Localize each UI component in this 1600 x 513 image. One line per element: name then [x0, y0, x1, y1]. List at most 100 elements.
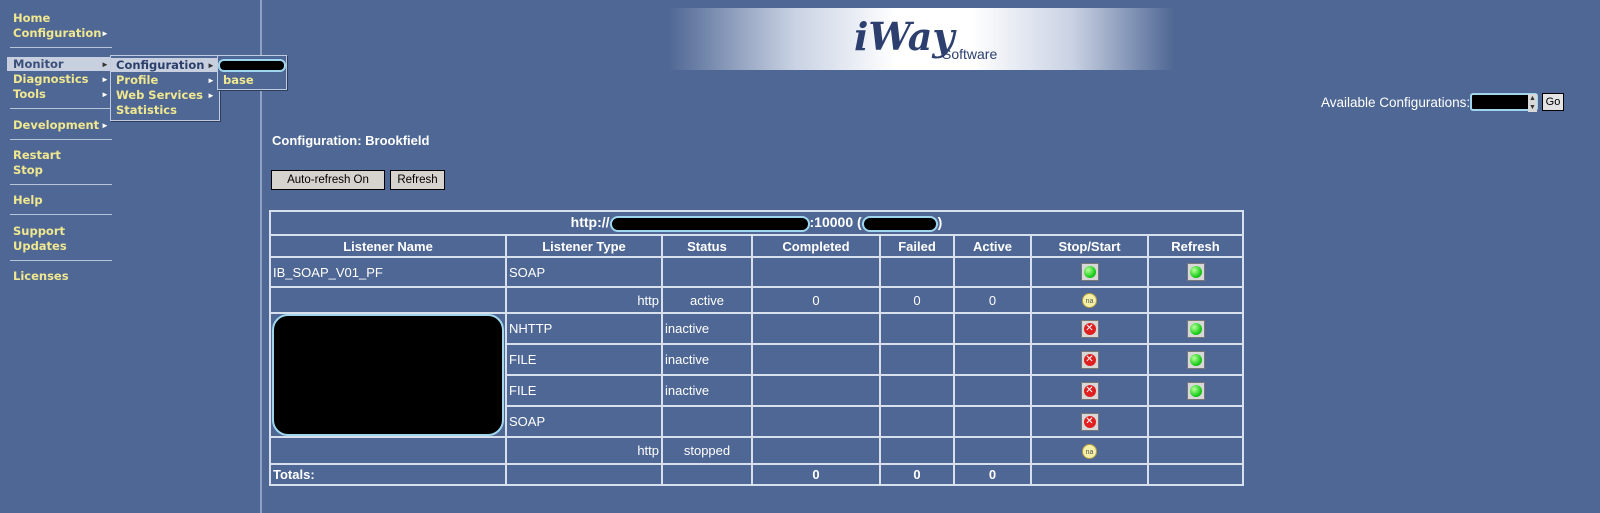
sidebar-item-licenses[interactable]: Licenses	[13, 269, 69, 283]
failed-count	[880, 313, 954, 344]
sidebar-item-support[interactable]: Support	[13, 224, 65, 238]
menu-item-web-services[interactable]: Web Services	[116, 88, 203, 102]
sidebar-item-updates[interactable]: Updates	[13, 239, 67, 253]
sidebar-item-configuration[interactable]: Configuration	[13, 26, 101, 40]
listener-type: FILE	[506, 375, 662, 406]
go-button[interactable]: Go	[1542, 93, 1564, 111]
table-row: http stopped na	[270, 437, 1243, 464]
auto-refresh-button[interactable]: Auto-refresh On	[271, 170, 385, 190]
active-count	[954, 406, 1031, 437]
submenu-arrow-icon: ►	[101, 90, 109, 99]
totals-active: 0	[954, 464, 1031, 485]
submenu-arrow-icon: ►	[207, 61, 215, 70]
completed-count	[752, 375, 880, 406]
failed-count	[880, 437, 954, 464]
table-row: NHTTP inactive ✕	[270, 313, 1243, 437]
header-active: Active	[954, 235, 1031, 257]
menu-item-configuration[interactable]: Configuration	[116, 58, 204, 72]
header-failed: Failed	[880, 235, 954, 257]
sidebar-item-diagnostics[interactable]: Diagnostics	[13, 72, 89, 86]
header-status: Status	[662, 235, 752, 257]
menu-item-statistics[interactable]: Statistics	[116, 103, 177, 117]
completed-count	[752, 437, 880, 464]
divider	[10, 260, 112, 261]
divider	[10, 139, 112, 140]
completed-count	[752, 406, 880, 437]
completed-count	[752, 313, 880, 344]
listener-name-link[interactable]: IB_SOAP_V01_PF	[270, 257, 506, 287]
refresh-listener-button[interactable]	[1186, 381, 1205, 400]
header-refresh: Refresh	[1148, 235, 1243, 257]
sidebar-item-development[interactable]: Development	[13, 118, 99, 132]
refresh-cell	[1148, 406, 1243, 437]
listener-status: inactive	[662, 344, 752, 375]
stop-button[interactable]: ✕	[1080, 412, 1099, 431]
listener-name	[270, 287, 506, 313]
submenu-arrow-icon: ►	[101, 75, 109, 84]
failed-count	[880, 406, 954, 437]
stop-button[interactable]: ✕	[1080, 319, 1099, 338]
active-count: 0	[954, 287, 1031, 313]
logo-text: iWay	[854, 14, 955, 59]
na-icon: na	[1082, 293, 1097, 309]
submenu-arrow-icon: ►	[101, 29, 109, 38]
sidebar-item-restart[interactable]: Restart	[13, 148, 61, 162]
failed-count	[880, 344, 954, 375]
refresh-listener-button[interactable]	[1186, 263, 1205, 281]
redacted-host	[609, 215, 810, 232]
sidebar-item-stop[interactable]: Stop	[13, 163, 43, 177]
na-icon: na	[1082, 443, 1097, 459]
listener-status: stopped	[662, 437, 752, 464]
listener-type: http	[506, 287, 662, 313]
active-count	[954, 375, 1031, 406]
submenu-arrow-icon: ►	[207, 91, 215, 100]
caption-protocol: http://	[570, 214, 610, 231]
listener-status	[662, 257, 752, 287]
totals-empty	[506, 464, 662, 485]
listener-name-cell	[270, 313, 506, 437]
redacted-listener-name[interactable]	[272, 314, 504, 436]
available-configurations-label: Available Configurations:	[1321, 95, 1471, 110]
divider	[10, 214, 112, 215]
listener-status: inactive	[662, 313, 752, 344]
caption-port: :10000 (	[809, 214, 862, 231]
caption-close: )	[937, 214, 943, 231]
sidebar-item-home[interactable]: Home	[13, 11, 50, 25]
iway-logo: iWay	[854, 14, 955, 59]
redacted-ip	[861, 215, 938, 232]
active-count	[954, 313, 1031, 344]
sidebar-item-monitor[interactable]: Monitor	[13, 57, 64, 71]
stop-button[interactable]: ✕	[1080, 381, 1099, 400]
menu-item-profile[interactable]: Profile	[116, 73, 158, 87]
submenu-arrow-icon: ►	[101, 60, 109, 69]
listener-type: FILE	[506, 344, 662, 375]
header-row: Listener Name Listener Type Status Compl…	[270, 235, 1243, 257]
totals-empty	[662, 464, 752, 485]
refresh-listener-button[interactable]	[1186, 319, 1205, 338]
redacted-config-item[interactable]	[218, 59, 286, 72]
start-button[interactable]	[1080, 263, 1099, 281]
completed-count	[752, 257, 880, 287]
completed-count: 0	[752, 287, 880, 313]
green-status-icon	[1083, 266, 1096, 278]
totals-empty	[1031, 464, 1148, 485]
configuration-select[interactable]: ▲ ▼	[1470, 93, 1538, 112]
sidebar-item-tools[interactable]: Tools	[13, 87, 46, 101]
listener-status: inactive	[662, 375, 752, 406]
red-x-icon: ✕	[1083, 384, 1096, 397]
refresh-listener-button[interactable]	[1186, 350, 1205, 369]
table-row: http active 0 0 0 na	[270, 287, 1243, 313]
red-x-icon: ✕	[1083, 322, 1096, 335]
menu-item-base[interactable]: base	[223, 73, 254, 87]
sidebar-item-help[interactable]: Help	[13, 193, 43, 207]
listener-status	[662, 406, 752, 437]
totals-failed: 0	[880, 464, 954, 485]
table-row: IB_SOAP_V01_PF SOAP	[270, 257, 1243, 287]
stop-button[interactable]: ✕	[1080, 350, 1099, 369]
active-count	[954, 437, 1031, 464]
green-status-icon	[1189, 322, 1202, 335]
table-caption: http:// :10000 ()	[270, 211, 1243, 235]
refresh-button[interactable]: Refresh	[390, 170, 445, 190]
header-stop-start: Stop/Start	[1031, 235, 1148, 257]
red-x-icon: ✕	[1083, 353, 1096, 366]
